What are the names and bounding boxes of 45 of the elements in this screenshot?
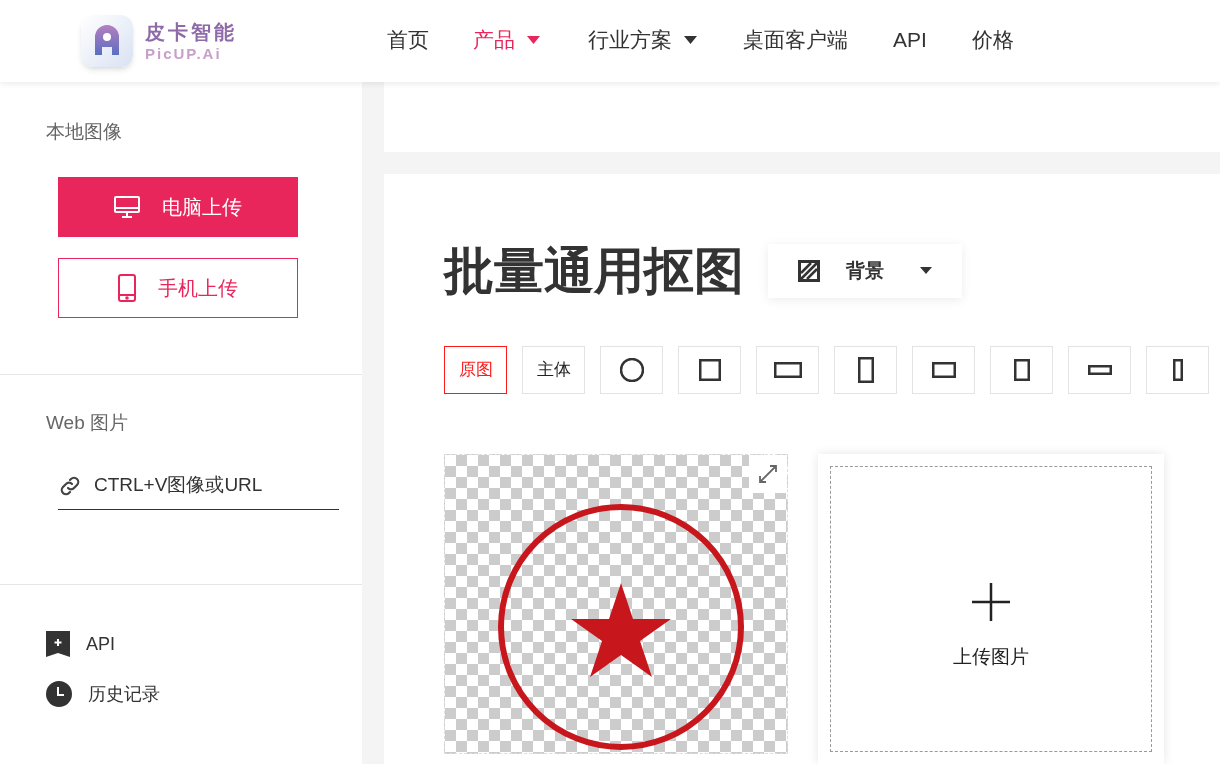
nav-link[interactable]: 产品 [473, 24, 540, 56]
rectangle-icon [1087, 365, 1112, 375]
logo-subtitle: PicUP.Ai [145, 45, 223, 61]
shape-option-button[interactable] [990, 346, 1053, 394]
upload-card[interactable]: 上传图片 [818, 454, 1164, 764]
rectangle-icon [1172, 359, 1183, 381]
section-title: Web 图片 [46, 413, 129, 432]
crop-option-button[interactable]: 原图 [444, 346, 507, 394]
shape-option-button[interactable] [756, 346, 819, 394]
expand-icon[interactable] [749, 455, 787, 493]
nav-link[interactable]: 价格 [972, 24, 1014, 56]
nav-link[interactable]: 首页 [387, 24, 429, 56]
rectangle-icon [1013, 359, 1030, 381]
logo-name: 皮卡智能 [145, 21, 237, 42]
caret-icon [920, 267, 932, 275]
rectangle-icon [698, 359, 721, 381]
shape-option-button[interactable] [834, 346, 897, 394]
crop-option-button[interactable]: 主体 [522, 346, 585, 394]
rectangle-icon [773, 362, 802, 378]
url-input-field[interactable]: CTRL+V图像或URL [94, 471, 324, 500]
monitor-icon [114, 196, 140, 218]
nav-link[interactable]: 行业方案 [588, 24, 697, 56]
shape-option-button[interactable] [600, 346, 663, 394]
upload-button[interactable]: 电脑上传 [58, 177, 298, 237]
shape-option-button[interactable] [678, 346, 741, 394]
sidebar-link[interactable]: 历史记录 [46, 679, 362, 709]
nav-link[interactable]: 桌面客户端 [743, 24, 848, 56]
rectangle-icon [931, 362, 956, 378]
hatched-square-icon [798, 260, 820, 282]
plus-icon [972, 583, 1010, 621]
shape-option-button[interactable] [912, 346, 975, 394]
section-title: 本地图像 [46, 122, 123, 141]
nav-link[interactable]: API [893, 24, 927, 56]
sidebar-link[interactable]: API [46, 629, 362, 659]
upload-button[interactable]: 手机上传 [58, 258, 298, 318]
rectangle-icon [857, 357, 874, 383]
page-title: 批量通用抠图 [444, 246, 744, 296]
background-button[interactable]: 背景 [768, 244, 962, 298]
shape-option-button[interactable] [1146, 346, 1209, 394]
logo-icon[interactable] [81, 15, 133, 67]
upload-label: 上传图片 [953, 645, 1029, 669]
shape-option-button[interactable] [1068, 346, 1131, 394]
phone-icon [118, 274, 136, 302]
clock-icon [46, 681, 72, 707]
bookmark-plus-icon [46, 631, 70, 657]
